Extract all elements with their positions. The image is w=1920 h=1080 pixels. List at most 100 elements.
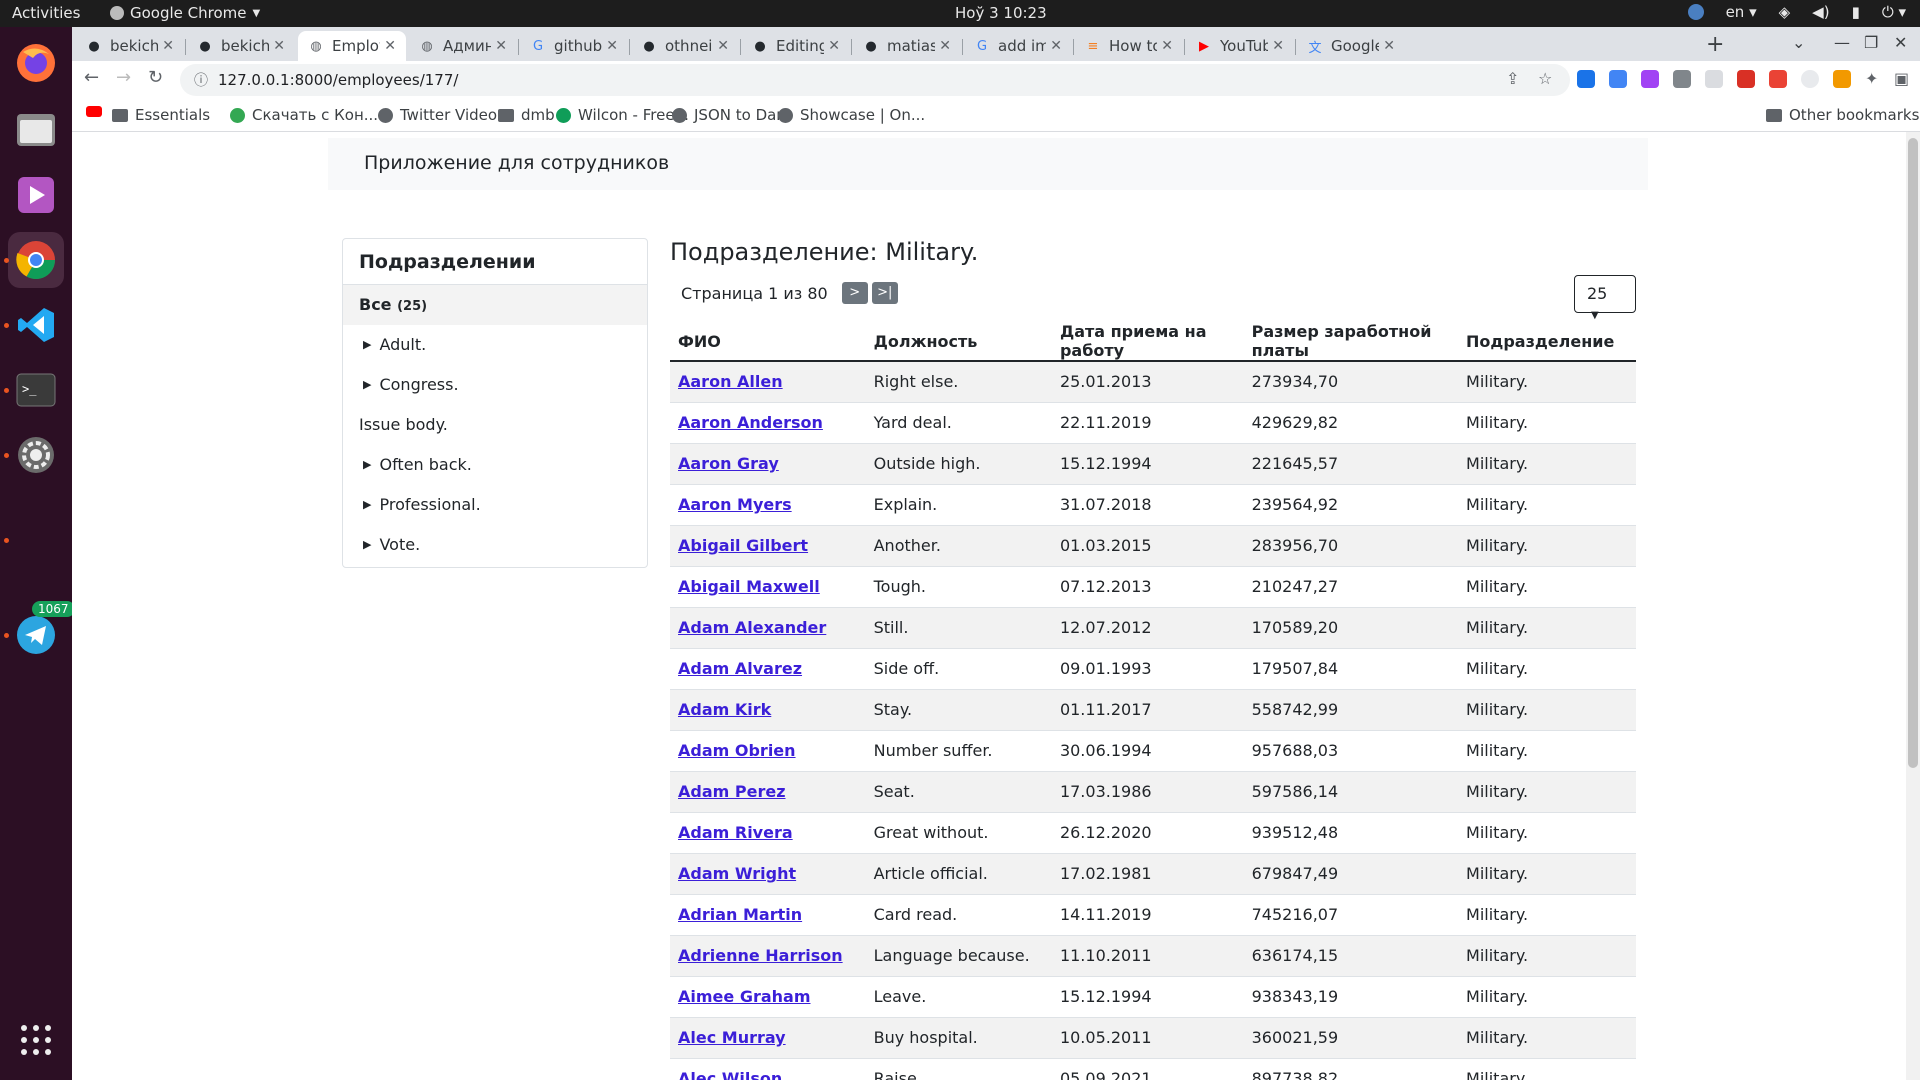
telegram-icon[interactable]: 1067: [8, 601, 75, 663]
employee-link[interactable]: Adam Perez: [678, 782, 786, 801]
caret-right-icon[interactable]: ▶: [363, 538, 371, 551]
vscode-icon[interactable]: [8, 297, 64, 353]
sidebar-item[interactable]: ▶ Congress.: [343, 365, 647, 405]
caret-right-icon[interactable]: ▶: [363, 498, 371, 511]
employee-link[interactable]: Adam Obrien: [678, 741, 796, 760]
reload-icon[interactable]: ↻: [148, 67, 163, 88]
close-tab-icon[interactable]: ✕: [939, 38, 951, 54]
sidebar-item[interactable]: ▶ Often back.: [343, 445, 647, 485]
show-applications-icon[interactable]: [8, 1012, 64, 1068]
extension-screen-icon[interactable]: [1577, 70, 1595, 88]
clock[interactable]: Ноў 3 10:23: [955, 4, 1047, 22]
employee-link[interactable]: Alec Wilson: [678, 1069, 782, 1080]
firefox-icon[interactable]: [8, 35, 64, 91]
sidebar-item[interactable]: ▶ Adult.: [343, 325, 647, 365]
browser-tab[interactable]: Gadd image✕: [964, 31, 1072, 61]
employee-link[interactable]: Adam Kirk: [678, 700, 771, 719]
language-indicator[interactable]: en ▾: [1726, 3, 1757, 21]
settings-icon[interactable]: [8, 427, 64, 483]
ublock-icon[interactable]: [1737, 70, 1755, 88]
close-tab-icon[interactable]: ✕: [162, 38, 174, 54]
share-icon[interactable]: ⇪: [1506, 69, 1519, 88]
next-page-button[interactable]: >: [841, 282, 868, 304]
close-tab-icon[interactable]: ✕: [495, 38, 507, 54]
browser-tab[interactable]: ● matiassin✕: [853, 31, 961, 61]
navbar-brand[interactable]: Приложение для сотрудников: [364, 152, 669, 174]
video-player-icon[interactable]: [8, 167, 64, 223]
browser-tab[interactable]: ● othneildre✕: [631, 31, 739, 61]
chrome-dock-icon[interactable]: [8, 232, 64, 288]
other-bookmarks[interactable]: Other bookmarks: [1766, 106, 1919, 124]
employee-link[interactable]: Adrian Martin: [678, 905, 802, 924]
site-info-icon[interactable]: ⓘ: [194, 70, 208, 90]
caret-right-icon[interactable]: ▶: [363, 338, 371, 351]
close-tab-icon[interactable]: ✕: [1050, 38, 1062, 54]
css-extension-icon[interactable]: [1641, 70, 1659, 88]
side-panel-icon[interactable]: ▣: [1894, 69, 1909, 88]
employee-link[interactable]: Aaron Myers: [678, 495, 792, 514]
employee-link[interactable]: Adam Alvarez: [678, 659, 802, 678]
employee-link[interactable]: Adrienne Harrison: [678, 946, 843, 965]
camera-extension-icon[interactable]: [1673, 70, 1691, 88]
sidebar-item[interactable]: Issue body.: [343, 405, 647, 445]
bookmark-item[interactable]: Showcase | On...: [778, 106, 925, 124]
minimize-icon[interactable]: —: [1834, 33, 1850, 52]
terminal-icon[interactable]: >_: [8, 362, 64, 418]
close-tab-icon[interactable]: ✕: [1161, 38, 1173, 54]
sidebar-item[interactable]: ▶ Vote.: [343, 525, 647, 565]
browser-tab[interactable]: Ggithub rea✕: [520, 31, 628, 61]
close-tab-icon[interactable]: ✕: [828, 38, 840, 54]
close-tab-icon[interactable]: ✕: [1272, 38, 1284, 54]
employee-link[interactable]: Aaron Gray: [678, 454, 779, 473]
extension-misc-icon[interactable]: [1801, 70, 1819, 88]
last-page-button[interactable]: >|: [871, 282, 898, 304]
employee-link[interactable]: Adam Alexander: [678, 618, 826, 637]
forward-icon[interactable]: →: [116, 67, 131, 88]
back-icon[interactable]: ←: [84, 67, 99, 88]
rss-icon[interactable]: [1833, 70, 1851, 88]
bookmark-star-icon[interactable]: ☆: [1538, 69, 1552, 88]
employee-link[interactable]: Adam Wright: [678, 864, 796, 883]
browser-tab[interactable]: ● bekich97/✕: [76, 31, 184, 61]
browser-tab[interactable]: ◍ Администр✕: [409, 31, 517, 61]
bookmark-item[interactable]: Essentials: [112, 106, 210, 124]
sidebar-item-all[interactable]: Все (25): [343, 285, 647, 325]
files-icon[interactable]: [8, 102, 64, 158]
app-menu[interactable]: Google Chrome ▼: [110, 4, 260, 22]
bookmark-item[interactable]: dmb: [498, 106, 555, 124]
address-bar[interactable]: ⓘ 127.0.0.1:8000/employees/177/: [180, 64, 1570, 96]
browser-tab[interactable]: ▶ YouTube✕: [1186, 31, 1294, 61]
employee-link[interactable]: Aaron Anderson: [678, 413, 823, 432]
browser-tab[interactable]: ● Editing Be✕: [742, 31, 850, 61]
close-tab-icon[interactable]: ✕: [1383, 38, 1395, 54]
youtube-bookmark-icon[interactable]: [86, 106, 102, 117]
bookmark-item[interactable]: Wilcon - Free...: [556, 106, 689, 124]
maximize-icon[interactable]: ❐: [1864, 33, 1878, 52]
extensions-puzzle-icon[interactable]: ✦: [1865, 69, 1878, 88]
new-tab-button[interactable]: +: [1706, 32, 1724, 57]
employee-link[interactable]: Adam Rivera: [678, 823, 793, 842]
employee-link[interactable]: Abigail Gilbert: [678, 536, 808, 555]
browser-tab[interactable]: ≡ How to inc✕: [1075, 31, 1183, 61]
scrollbar-thumb[interactable]: [1908, 138, 1918, 768]
employee-link[interactable]: Abigail Maxwell: [678, 577, 820, 596]
close-tab-icon[interactable]: ✕: [606, 38, 618, 54]
employee-link[interactable]: Aaron Allen: [678, 372, 783, 391]
per-page-dropdown[interactable]: 25 ▼: [1574, 275, 1636, 321]
browser-tab[interactable]: ◍ Employees✕: [298, 31, 406, 61]
activities-button[interactable]: Activities: [12, 4, 80, 22]
sidebar-item[interactable]: ▶ Professional.: [343, 485, 647, 525]
close-tab-icon[interactable]: ✕: [273, 38, 285, 54]
system-tray[interactable]: en ▾ ◈ ◀) ▮ ⏻ ▾: [1687, 3, 1906, 21]
caret-right-icon[interactable]: ▶: [363, 458, 371, 471]
browser-tab[interactable]: 文 Google Пе✕: [1297, 31, 1405, 61]
gmail-extension-icon[interactable]: [1769, 70, 1787, 88]
close-tab-icon[interactable]: ✕: [717, 38, 729, 54]
employee-link[interactable]: Alec Murray: [678, 1028, 786, 1047]
bookmark-item[interactable]: Скачать с Кон...: [230, 106, 378, 124]
translate-extension-icon[interactable]: [1609, 70, 1627, 88]
caret-right-icon[interactable]: ▶: [363, 378, 371, 391]
scrollbar[interactable]: [1906, 132, 1920, 1080]
bookmark-item[interactable]: Twitter Video...: [378, 106, 511, 124]
blank-extension-icon[interactable]: [1705, 70, 1723, 88]
